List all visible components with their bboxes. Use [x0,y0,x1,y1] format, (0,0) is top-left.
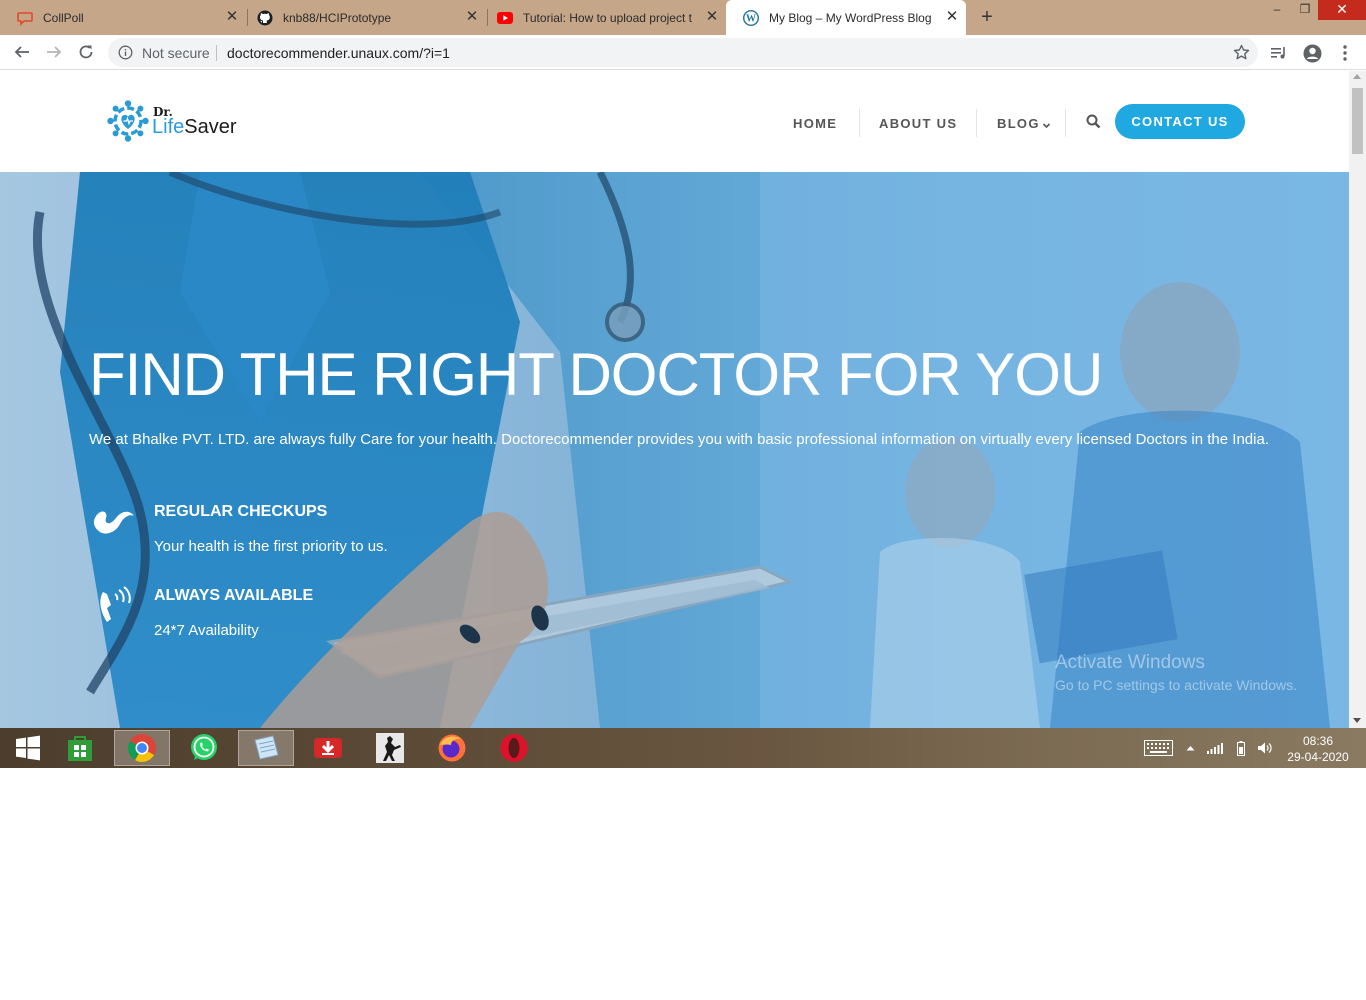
url-text[interactable]: doctorecommender.unaux.com/?i=1 [227,45,450,61]
contact-us-button[interactable]: CONTACT US [1115,104,1245,139]
page-viewport: Dr. LifeSaver HOME ABOUT US BLOG CONTACT… [0,71,1349,728]
nav-divider [1065,109,1066,137]
tab-title: My Blog – My WordPress Blog [769,10,932,25]
battery-icon[interactable] [1236,740,1246,756]
new-tab-button[interactable]: + [977,7,997,27]
chrome-icon[interactable] [114,730,170,766]
notepad-icon[interactable] [238,730,294,766]
activate-windows-title: Activate Windows [1055,652,1205,673]
clock-date: 29-04-2020 [1287,750,1349,764]
firefox-icon[interactable] [424,730,480,766]
reload-button[interactable] [75,41,97,63]
clock-time: 08:36 [1302,734,1334,748]
address-bar[interactable]: Not secure doctorecommender.unaux.com/?i… [108,38,1258,67]
logo-emblem-icon [107,100,149,142]
youtube-icon [497,10,513,26]
search-icon[interactable] [1086,114,1101,129]
nav-blog[interactable]: BLOG [997,116,1040,131]
site-logo[interactable]: Dr. LifeSaver [106,99,256,143]
scroll-up-icon[interactable] [1353,74,1361,79]
tab-youtube[interactable]: Tutorial: How to upload project t ✕ [480,0,726,35]
address-divider [216,45,217,61]
hero-banner: FIND THE RIGHT DOCTOR FOR YOU We at Bhal… [0,172,1349,728]
counter-strike-icon[interactable] [362,730,418,766]
phone-icon [97,586,141,630]
feature-text-available: 24*7 Availability [154,622,259,639]
opera-icon[interactable] [486,730,542,766]
forward-button[interactable] [43,41,65,63]
info-icon[interactable] [118,45,133,60]
windows-taskbar: 08:36 29-04-2020 [0,728,1366,768]
browser-tab-strip: CollPoll ✕ knb88/HCIPrototype ✕ Tutorial… [0,0,1366,35]
site-header: Dr. LifeSaver HOME ABOUT US BLOG CONTACT… [0,71,1349,172]
download-manager-icon[interactable] [300,730,356,766]
wordpress-icon: W [743,9,759,26]
logo-wordmark: LifeSaver [152,116,237,139]
keyboard-icon[interactable] [1143,740,1173,756]
media-control-icon[interactable] [1269,43,1289,63]
nav-divider [859,109,860,137]
logo-life-text: Life [152,116,185,138]
volume-icon[interactable] [1256,740,1272,756]
svg-text:W: W [746,13,756,24]
window-close-button[interactable]: ✕ [1318,0,1366,20]
collpoll-icon [17,10,33,26]
logo-saver-text: Saver [184,116,237,138]
hero-title: FIND THE RIGHT DOCTOR FOR YOU [89,341,1103,408]
chevron-down-icon[interactable] [1042,117,1051,135]
menu-kebab-icon[interactable] [1335,43,1355,63]
browser-toolbar: Not secure doctorecommender.unaux.com/?i… [0,35,1366,70]
scroll-down-icon[interactable] [1353,718,1361,723]
bookmark-star-icon[interactable] [1233,44,1250,61]
tab-github[interactable]: knb88/HCIPrototype ✕ [240,0,486,35]
feature-title-available: ALWAYS AVAILABLE [154,587,314,604]
scroll-thumb[interactable] [1352,88,1363,154]
close-icon[interactable]: ✕ [225,9,239,24]
nav-divider [976,109,977,137]
reload-icon [79,45,93,59]
tab-title: Tutorial: How to upload project t [523,10,692,25]
checkup-icon [92,502,136,546]
profile-avatar-icon[interactable] [1302,43,1322,63]
nav-home[interactable]: HOME [793,116,837,131]
network-signal-icon[interactable] [1206,740,1224,756]
close-icon[interactable]: ✕ [945,9,959,24]
page-scrollbar[interactable] [1349,71,1366,728]
windows-start-icon[interactable] [0,730,56,766]
feature-text-checkups: Your health is the first priority to us. [154,538,388,555]
chevron-up-icon[interactable] [1184,740,1196,756]
close-icon[interactable]: ✕ [465,9,479,24]
nav-about-us[interactable]: ABOUT US [879,116,957,131]
store-icon[interactable] [52,730,108,766]
system-clock[interactable]: 08:36 29-04-2020 [1283,733,1353,765]
tab-wordpress[interactable]: W My Blog – My WordPress Blog ✕ [726,0,966,35]
whatsapp-icon[interactable] [176,730,232,766]
close-icon[interactable]: ✕ [705,9,719,24]
restore-button[interactable]: ❐ [1290,0,1320,20]
tab-title: knb88/HCIPrototype [283,10,392,25]
back-button[interactable] [11,41,33,63]
tab-title: CollPoll [43,10,84,25]
hero-description: We at Bhalke PVT. LTD. are always fully … [89,431,1269,448]
minimize-button[interactable]: – [1262,0,1292,20]
security-label[interactable]: Not secure [142,45,210,61]
activate-windows-subtitle: Go to PC settings to activate Windows. [1055,677,1297,693]
arrow-left-icon [14,46,29,58]
screen: CollPoll ✕ knb88/HCIPrototype ✕ Tutorial… [0,0,1366,768]
feature-title-checkups: REGULAR CHECKUPS [154,503,328,520]
tab-collpoll[interactable]: CollPoll ✕ [0,0,246,35]
github-icon [257,10,273,26]
arrow-right-icon [47,46,62,58]
